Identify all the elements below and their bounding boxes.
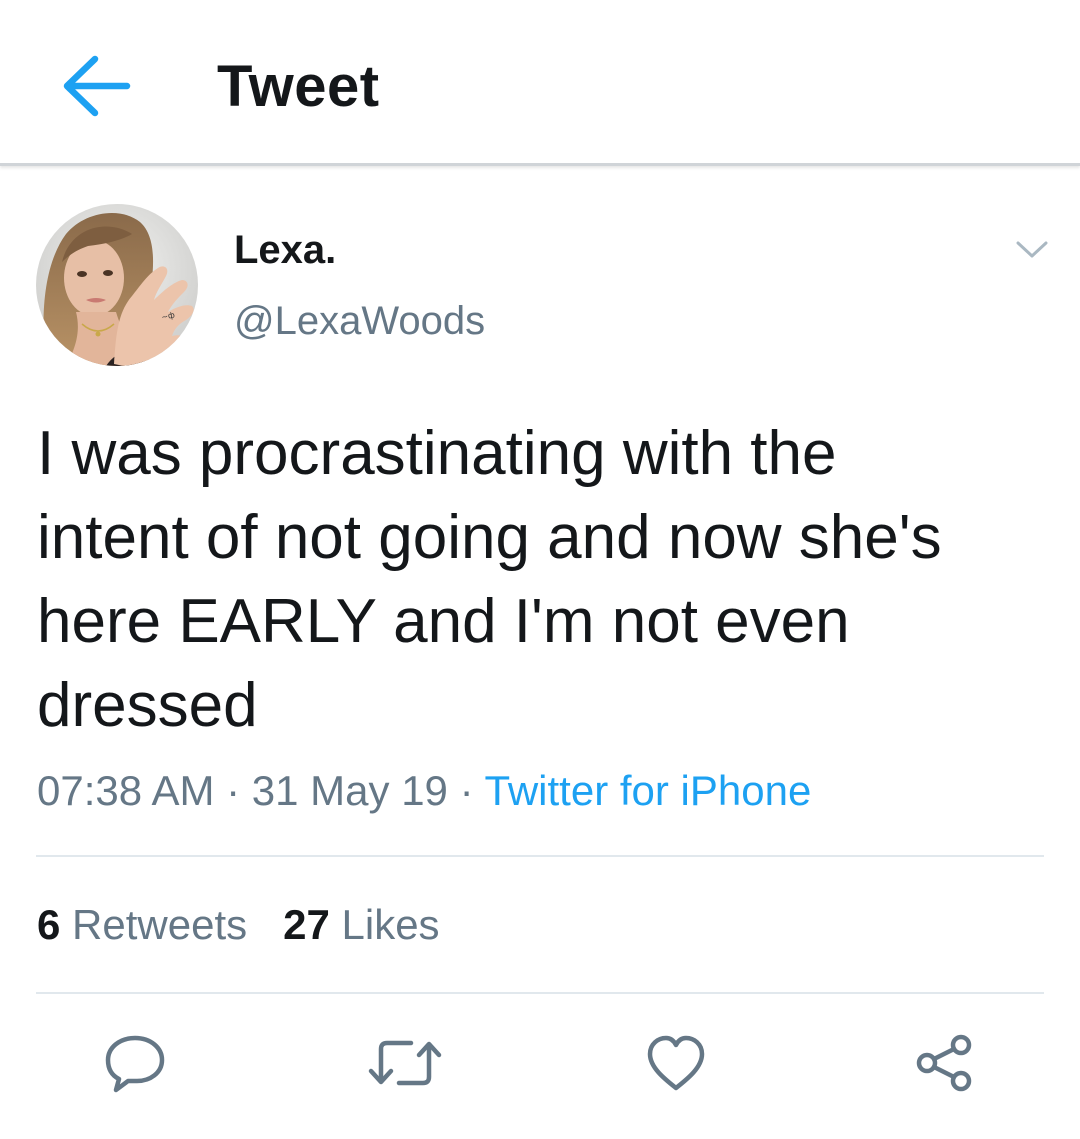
tweet-source-link[interactable]: Twitter for iPhone [485,767,812,814]
retweet-icon [368,1040,442,1086]
share-button[interactable] [905,1028,985,1098]
reply-bubble-icon [105,1035,165,1093]
arrow-left-icon [63,55,131,117]
retweets-count: 6 [37,901,61,948]
tweet-stats: 6 Retweets 27 Likes [37,898,440,952]
retweet-button[interactable] [365,1028,445,1098]
tweet-text: I was procrastinating with the intent of… [37,419,942,740]
share-icon [916,1034,972,1092]
meta-separator: · [214,767,252,814]
top-app-bar: Tweet [0,0,1080,166]
back-button[interactable] [52,48,140,124]
likes-stat[interactable]: 27 Likes [283,898,439,952]
heart-icon [647,1035,705,1091]
tweet-menu-button[interactable] [1006,228,1058,272]
retweets-stat[interactable]: 6 Retweets [37,898,247,952]
chevron-down-icon [1016,241,1048,258]
divider [36,855,1044,857]
likes-count: 27 [283,901,330,948]
tweet-time: 07:38 AM [37,767,215,814]
tweet-metadata: 07:38 AM · 31 May 19 · Twitter for iPhon… [37,764,811,818]
retweets-label: Retweets [72,901,248,948]
divider [36,992,1044,994]
tweet-date: 31 May 19 [251,767,448,814]
profile-photo: ~ф [36,204,198,366]
author-display-name[interactable]: Lexa. [234,224,336,276]
like-button[interactable] [636,1028,716,1098]
meta-separator: · [447,767,485,814]
reply-button[interactable] [95,1028,175,1098]
page-title: Tweet [217,54,380,119]
author-handle[interactable]: @LexaWoods [234,295,485,347]
avatar[interactable]: ~ф [36,204,198,366]
likes-label: Likes [341,901,440,948]
